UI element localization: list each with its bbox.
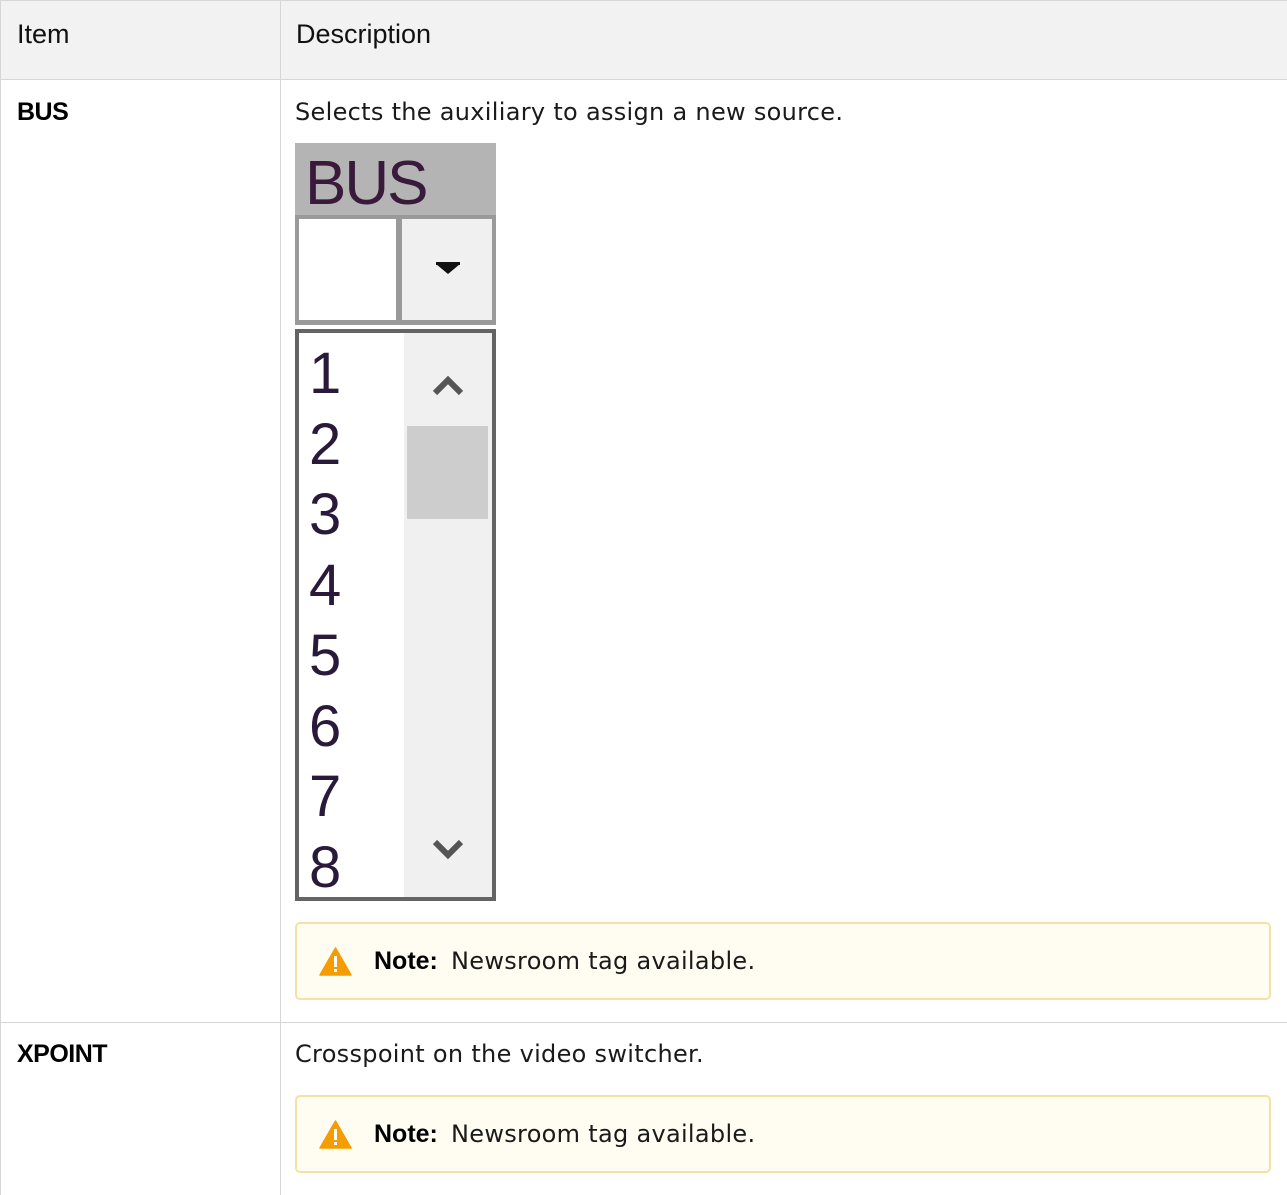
chevron-down-icon — [436, 264, 460, 274]
scrollbar-thumb[interactable] — [407, 426, 488, 519]
item-xpoint: XPOINT — [17, 1040, 108, 1068]
description-xpoint: Crosspoint on the video switcher. — [295, 1040, 704, 1068]
note-box: Note: Newsroom tag available. — [295, 922, 1271, 1000]
list-item[interactable]: 1 — [309, 339, 341, 410]
parameter-table: Item Description BUS Selects the auxilia… — [0, 0, 1287, 1195]
item-bus: BUS — [17, 98, 69, 126]
list-scrollbar[interactable] — [404, 333, 492, 897]
note-box: Note: Newsroom tag available. — [295, 1095, 1271, 1173]
note-text: Newsroom tag available. — [451, 947, 756, 975]
header-item: Item — [17, 19, 70, 49]
scroll-down-icon[interactable] — [431, 833, 465, 867]
description-bus: Selects the auxiliary to assign a new so… — [295, 98, 844, 126]
list-item[interactable]: 3 — [309, 480, 341, 551]
header-description: Description — [296, 19, 432, 49]
warning-icon — [319, 947, 352, 976]
dropdown-arrow-button[interactable] — [402, 219, 492, 320]
bus-widget-title-text: BUS — [305, 149, 428, 218]
table-header-row: Item Description — [1, 0, 1287, 80]
list-item[interactable]: 7 — [309, 762, 341, 833]
bus-selector-widget: BUS 1 2 3 4 5 6 7 8 — [295, 143, 496, 901]
list-item[interactable]: 5 — [309, 621, 341, 692]
bus-options-list[interactable]: 1 2 3 4 5 6 7 8 — [295, 329, 496, 901]
list-item[interactable]: 8 — [309, 833, 341, 904]
column-divider — [280, 0, 281, 1195]
scroll-up-icon[interactable] — [431, 368, 465, 402]
row-divider — [1, 1022, 1287, 1023]
list-item[interactable]: 2 — [309, 410, 341, 481]
bus-dropdown[interactable] — [295, 215, 496, 325]
list-item[interactable]: 4 — [309, 551, 341, 622]
note-text: Newsroom tag available. — [451, 1120, 756, 1148]
bus-widget-title: BUS — [295, 143, 496, 218]
bus-dropdown-value[interactable] — [299, 219, 396, 320]
list-item[interactable]: 6 — [309, 692, 341, 763]
note-label: Note: — [374, 947, 438, 975]
warning-icon — [319, 1120, 352, 1149]
note-label: Note: — [374, 1120, 438, 1148]
